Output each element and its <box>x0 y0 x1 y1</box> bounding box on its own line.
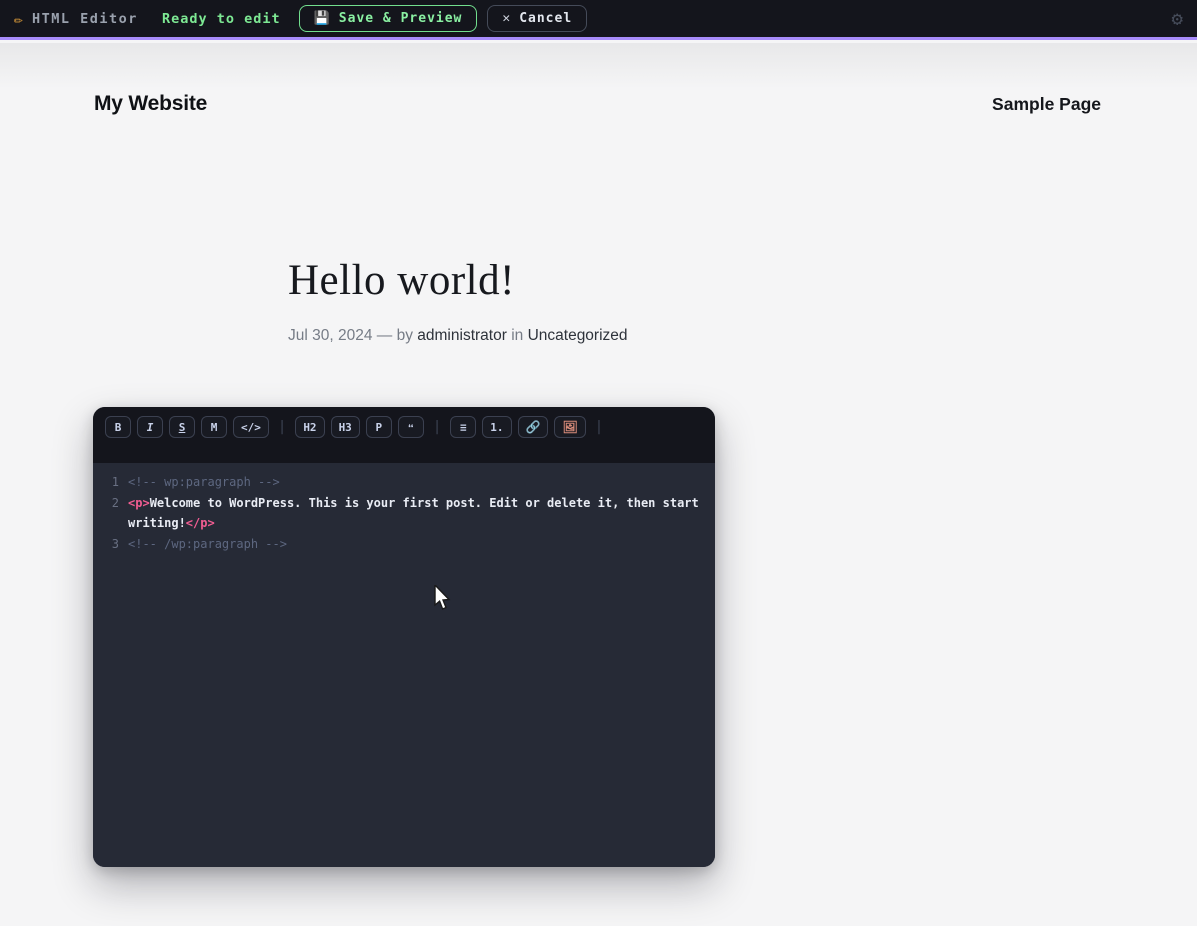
html-editor-panel: B I S M </> | H2 H3 P ❝ | ≡ 1. 🔗 🖼 | 1 <… <box>93 407 715 867</box>
code-button[interactable]: </> <box>233 416 269 438</box>
status-text: Ready to edit <box>161 10 281 27</box>
blockquote-button[interactable]: ❝ <box>397 416 424 438</box>
code-line: 3 <!-- /wp:paragraph --> <box>101 534 703 555</box>
gear-icon[interactable]: ⚙ <box>1172 8 1183 30</box>
topbar-shadow <box>0 43 1197 89</box>
app-title: HTML Editor <box>32 10 138 27</box>
strikethrough-button[interactable]: S <box>169 416 195 438</box>
code-line: 2 <p>Welcome to WordPress. This is your … <box>101 493 703 534</box>
save-preview-button[interactable]: 💾 Save & Preview <box>298 5 478 32</box>
code-line: 1 <!-- wp:paragraph --> <box>101 472 703 493</box>
image-icon[interactable]: 🖼 <box>554 416 586 438</box>
unordered-list-button[interactable]: ≡ <box>450 416 477 438</box>
site-header: My Website Sample Page <box>0 92 1197 116</box>
italic-button[interactable]: I <box>137 416 163 438</box>
close-icon: ✕ <box>502 11 512 26</box>
line-number: 2 <box>111 495 119 510</box>
cancel-label: Cancel <box>519 11 573 26</box>
toolbar-separator: | <box>432 419 442 435</box>
editor-toolbar: B I S M </> | H2 H3 P ❝ | ≡ 1. 🔗 🖼 | <box>93 407 715 463</box>
save-preview-label: Save & Preview <box>338 11 463 26</box>
site-title-link[interactable]: My Website <box>94 92 207 116</box>
meta-by-label: by <box>396 327 413 344</box>
heading2-button[interactable]: H2 <box>295 416 325 438</box>
floppy-disk-icon: 💾 <box>313 11 331 26</box>
toolbar-separator: | <box>277 419 287 435</box>
ordered-list-button[interactable]: 1. <box>482 416 512 438</box>
meta-dash: — <box>376 327 393 344</box>
post-category-link[interactable]: Uncategorized <box>528 327 628 344</box>
nav-link-sample-page[interactable]: Sample Page <box>992 94 1101 114</box>
code-token-comment: <!-- wp:paragraph --> <box>128 475 280 489</box>
editor-topbar: ✏ HTML Editor Ready to edit 💾 Save & Pre… <box>0 0 1197 40</box>
code-editor-area[interactable]: 1 <!-- wp:paragraph --> 2 <p>Welcome to … <box>93 463 715 867</box>
code-token-tag: </p> <box>185 516 215 530</box>
code-token-comment: <!-- /wp:paragraph --> <box>128 536 287 551</box>
mark-button[interactable]: M <box>201 416 227 438</box>
site-nav: Sample Page <box>992 94 1101 115</box>
post-author-link[interactable]: administrator <box>417 327 507 344</box>
post-date: Jul 30, 2024 <box>288 327 373 344</box>
bold-button[interactable]: B <box>105 416 131 438</box>
post-meta: Jul 30, 2024 — by administrator in Uncat… <box>288 327 628 345</box>
meta-in-label: in <box>511 327 524 344</box>
paragraph-button[interactable]: P <box>365 416 392 438</box>
cancel-button[interactable]: ✕ Cancel <box>487 5 588 32</box>
link-icon[interactable]: 🔗 <box>517 416 549 438</box>
line-number: 1 <box>111 475 119 489</box>
pencil-icon: ✏ <box>14 9 24 28</box>
post-title: Hello world! <box>288 257 515 304</box>
toolbar-separator: | <box>594 419 604 435</box>
line-number: 3 <box>111 536 119 551</box>
code-token-tag: <p> <box>128 495 150 510</box>
heading3-button[interactable]: H3 <box>330 416 360 438</box>
